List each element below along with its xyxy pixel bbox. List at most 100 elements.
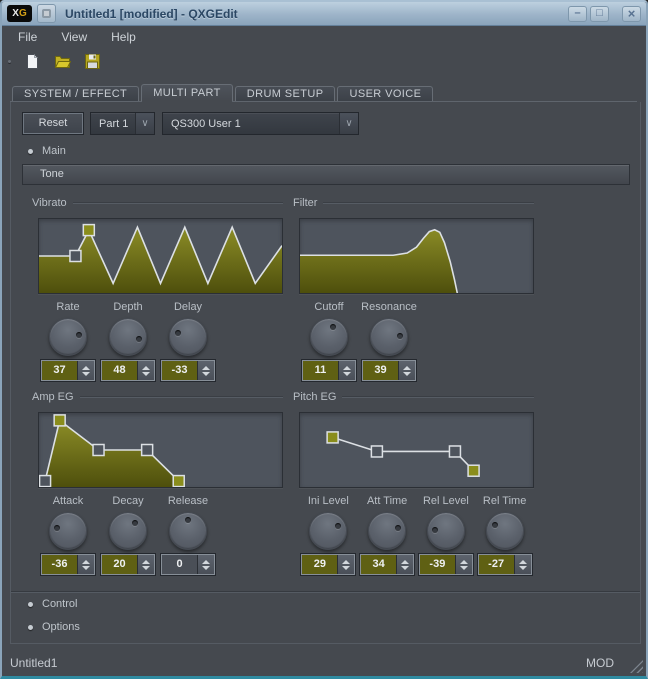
bullet-icon xyxy=(28,625,33,630)
filter-chart[interactable] xyxy=(299,218,534,294)
part-select[interactable]: Part 1 ∨ xyxy=(90,112,155,135)
chevron-down-icon[interactable]: ∨ xyxy=(339,113,358,134)
menu-help[interactable]: Help xyxy=(99,27,148,48)
amp-eg-chart[interactable] xyxy=(38,412,283,488)
amp-eg-title: Amp EG xyxy=(32,391,74,403)
voice-select[interactable]: QS300 User 1 ∨ xyxy=(162,112,359,135)
rel-time-spinbox[interactable]: -27 xyxy=(478,554,532,575)
save-file-icon[interactable] xyxy=(84,53,101,70)
knob-indicator xyxy=(136,336,142,342)
status-mod-badge: MOD xyxy=(586,656,614,670)
att-time-spinbox[interactable]: 34 xyxy=(360,554,414,575)
attack-label: Attack xyxy=(53,495,84,509)
attack-knob[interactable] xyxy=(49,512,87,550)
spin-arrows-icon[interactable] xyxy=(77,361,94,380)
spin-arrows-icon[interactable] xyxy=(197,361,214,380)
resonance-knob[interactable] xyxy=(370,318,408,356)
delay-knob[interactable] xyxy=(169,318,207,356)
spin-arrows-icon[interactable] xyxy=(398,361,415,380)
rel-time-label: Rel Time xyxy=(483,495,526,509)
knob-indicator xyxy=(54,525,60,531)
toolbar-grip-handle[interactable] xyxy=(8,60,11,63)
section-toggle-control[interactable]: Control xyxy=(28,598,77,610)
spin-arrows-icon[interactable] xyxy=(77,555,94,574)
titlebar[interactable]: XG Untitled1 [modified] - QXGEdit – □ × xyxy=(2,2,646,26)
spin-arrows-icon[interactable] xyxy=(137,555,154,574)
decay-label: Decay xyxy=(112,495,143,509)
delay-spinbox[interactable]: -33 xyxy=(161,360,215,381)
rel-level-spinbox[interactable]: -39 xyxy=(419,554,473,575)
knob-indicator xyxy=(132,520,138,526)
depth-spinbox[interactable]: 48 xyxy=(101,360,155,381)
divider xyxy=(323,202,534,204)
spin-arrows-icon[interactable] xyxy=(338,361,355,380)
knob-indicator xyxy=(492,522,498,528)
rate-knob[interactable] xyxy=(49,318,87,356)
knob-indicator xyxy=(432,527,438,533)
pitch-eg-chart[interactable] xyxy=(299,412,534,488)
decay-spinbox[interactable]: 20 xyxy=(101,554,155,575)
spin-arrows-icon[interactable] xyxy=(514,555,531,574)
spin-arrows-icon[interactable] xyxy=(337,555,354,574)
window-menu-icon[interactable] xyxy=(37,4,56,23)
knob-indicator xyxy=(76,332,82,338)
menu-view[interactable]: View xyxy=(49,27,99,48)
attack-spinbox[interactable]: -36 xyxy=(41,554,95,575)
delay-label: Delay xyxy=(174,301,202,315)
rel-level-label: Rel Level xyxy=(423,495,469,509)
cutoff-knob[interactable] xyxy=(310,318,348,356)
spin-arrows-icon[interactable] xyxy=(396,555,413,574)
tab-multi-part[interactable]: MULTI PART xyxy=(141,84,233,101)
divider xyxy=(11,591,640,593)
tab-user-voice[interactable]: USER VOICE xyxy=(337,86,433,101)
part-select-value: Part 1 xyxy=(99,118,128,130)
knob-indicator xyxy=(397,333,403,339)
filter-title: Filter xyxy=(293,197,317,209)
divider xyxy=(342,396,534,398)
cutoff-label: Cutoff xyxy=(314,301,343,315)
spin-arrows-icon[interactable] xyxy=(197,555,214,574)
knob-indicator xyxy=(185,517,191,523)
tab-system-effect[interactable]: SYSTEM / EFFECT xyxy=(12,86,139,101)
spin-arrows-icon[interactable] xyxy=(137,361,154,380)
tab-drum-setup[interactable]: DRUM SETUP xyxy=(235,86,336,101)
statusbar: Untitled1 MOD xyxy=(2,649,646,676)
new-file-icon[interactable] xyxy=(24,53,41,70)
section-control-label: Control xyxy=(42,598,77,610)
depth-knob[interactable] xyxy=(109,318,147,356)
section-toggle-options[interactable]: Options xyxy=(28,621,80,633)
ini-level-knob[interactable] xyxy=(309,512,347,550)
open-file-icon[interactable] xyxy=(54,53,71,70)
status-filename: Untitled1 xyxy=(10,656,57,670)
section-toggle-main[interactable]: Main xyxy=(28,145,66,157)
ini-level-label: Ini Level xyxy=(308,495,349,509)
section-options-label: Options xyxy=(42,621,80,633)
close-button[interactable]: × xyxy=(622,6,641,22)
knob-indicator xyxy=(175,330,181,336)
minimize-button[interactable]: – xyxy=(568,6,587,22)
release-spinbox[interactable]: 0 xyxy=(161,554,215,575)
decay-knob[interactable] xyxy=(109,512,147,550)
cutoff-spinbox[interactable]: 11 xyxy=(302,360,356,381)
ini-level-spinbox[interactable]: 29 xyxy=(301,554,355,575)
rel-level-knob[interactable] xyxy=(427,512,465,550)
rel-time-knob[interactable] xyxy=(486,512,524,550)
release-knob[interactable] xyxy=(169,512,207,550)
filter-group: Filter Cutoff 11 Resonance 39 xyxy=(293,196,534,381)
reset-button[interactable]: Reset xyxy=(22,112,84,135)
pitch-eg-group: Pitch EG Ini Level 29 Att Time 34 xyxy=(293,390,534,575)
att-time-label: Att Time xyxy=(367,495,407,509)
vibrato-title: Vibrato xyxy=(32,197,67,209)
spin-arrows-icon[interactable] xyxy=(455,555,472,574)
tone-section-header: Tone xyxy=(22,164,630,185)
rate-spinbox[interactable]: 37 xyxy=(41,360,95,381)
chevron-down-icon[interactable]: ∨ xyxy=(135,113,154,134)
maximize-button[interactable]: □ xyxy=(590,6,609,22)
vibrato-chart[interactable] xyxy=(38,218,283,294)
resonance-spinbox[interactable]: 39 xyxy=(362,360,416,381)
qxgedit-window: XG Untitled1 [modified] - QXGEdit – □ × … xyxy=(0,0,648,679)
bullet-icon xyxy=(28,602,33,607)
xg-logo: XG xyxy=(7,5,32,22)
att-time-knob[interactable] xyxy=(368,512,406,550)
menu-file[interactable]: File xyxy=(6,27,49,48)
